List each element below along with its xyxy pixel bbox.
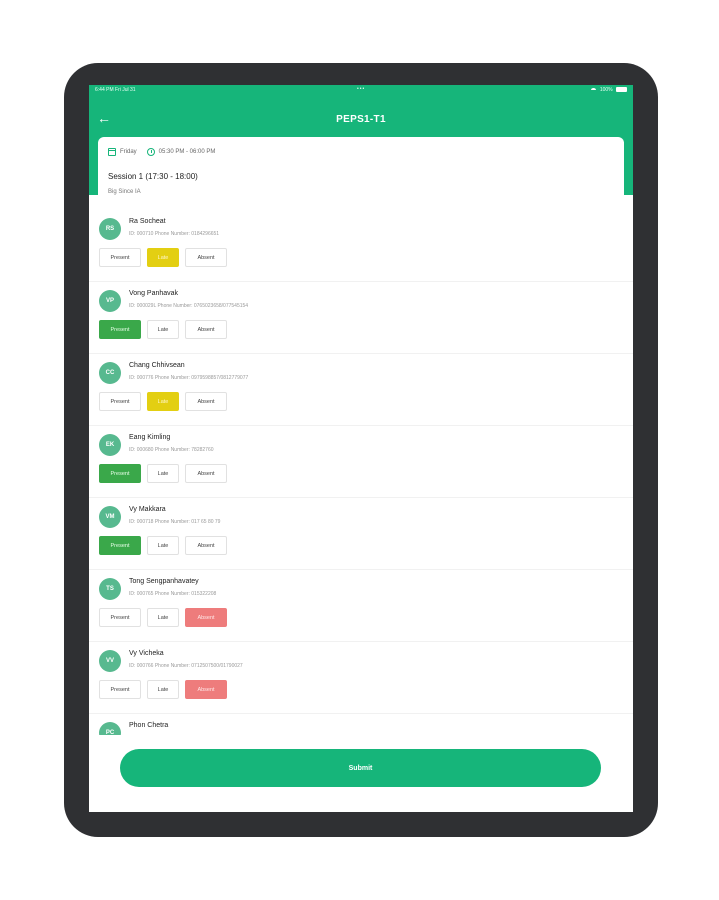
status-bar: 6:44 PM Fri Jul 31 ••• 100% bbox=[89, 85, 633, 95]
absent-button[interactable]: Absent bbox=[185, 680, 227, 699]
student-name: Vong Panhavak bbox=[129, 290, 179, 297]
late-button[interactable]: Late bbox=[147, 608, 179, 627]
student-row: RS Ra Socheat ID: 000710 Phone Number: 018… bbox=[89, 210, 633, 282]
present-button[interactable]: Present bbox=[99, 320, 141, 339]
student-name: Vy Makkara bbox=[129, 506, 166, 513]
student-info: ID: 000710 Phone Number: 0184296651 bbox=[129, 231, 220, 237]
student-info: ID: 000765 Phone Number: 015322208 bbox=[129, 591, 217, 597]
attendance-buttons: Present Late Absent bbox=[99, 392, 233, 411]
student-name: Eang Kimling bbox=[129, 434, 171, 441]
present-button[interactable]: Present bbox=[99, 392, 141, 411]
avatar: RS bbox=[99, 218, 121, 240]
avatar: VP bbox=[99, 290, 121, 312]
student-name: Ra Socheat bbox=[129, 218, 166, 225]
page-title: PEPS1-T1 bbox=[336, 114, 386, 125]
session-meta: Friday 05:30 PM - 06:00 PM bbox=[108, 148, 215, 156]
late-button[interactable]: Late bbox=[147, 320, 179, 339]
attendance-buttons: Present Late Absent bbox=[99, 608, 233, 627]
absent-button[interactable]: Absent bbox=[185, 536, 227, 555]
student-info: ID: 000776 Phone Number: 0979598857/0812… bbox=[129, 375, 249, 381]
student-info: ID: 000766 Phone Number: 0712507500/0179… bbox=[129, 663, 243, 669]
absent-button[interactable]: Absent bbox=[185, 392, 227, 411]
status-right: 100% bbox=[591, 87, 627, 93]
calendar-icon bbox=[108, 148, 116, 156]
attendance-buttons: Present Late Absent bbox=[99, 464, 233, 483]
student-name: Tong Sengpanhavatey bbox=[129, 578, 199, 585]
student-row: VP Vong Panhavak ID: 000029L Phone Number:… bbox=[89, 282, 633, 354]
present-button[interactable]: Present bbox=[99, 536, 141, 555]
student-row: VM Vy Makkara ID: 000718 Phone Number: 017… bbox=[89, 498, 633, 570]
late-button[interactable]: Late bbox=[147, 680, 179, 699]
student-row: EK Eang Kimling ID: 000680 Phone Number: 7… bbox=[89, 426, 633, 498]
status-time: 6:44 PM Fri Jul 31 bbox=[95, 87, 136, 93]
avatar: VV bbox=[99, 650, 121, 672]
submit-button[interactable]: Submit bbox=[120, 749, 601, 787]
submit-area: Submit bbox=[89, 735, 633, 812]
absent-button[interactable]: Absent bbox=[185, 320, 227, 339]
session-card: Friday 05:30 PM - 06:00 PM Session 1 (17… bbox=[98, 137, 624, 207]
session-day: Friday bbox=[120, 149, 137, 155]
late-button[interactable]: Late bbox=[147, 464, 179, 483]
student-info: ID: 000029L Phone Number: 0765023658/077… bbox=[129, 303, 249, 309]
student-row: VV Vy Vicheka ID: 000766 Phone Number: 071… bbox=[89, 642, 633, 714]
student-name: Phon Chetra bbox=[129, 722, 169, 729]
present-button[interactable]: Present bbox=[99, 464, 141, 483]
student-list: RS Ra Socheat ID: 000710 Phone Number: 018… bbox=[89, 210, 633, 744]
wifi-icon bbox=[591, 87, 597, 92]
app-screen: 6:44 PM Fri Jul 31 ••• 100% ← PEPS1-T1 F… bbox=[89, 85, 633, 812]
student-name: Vy Vicheka bbox=[129, 650, 164, 657]
attendance-buttons: Present Late Absent bbox=[99, 248, 233, 267]
present-button[interactable]: Present bbox=[99, 608, 141, 627]
avatar: TS bbox=[99, 578, 121, 600]
battery-text: 100% bbox=[599, 87, 613, 93]
absent-button[interactable]: Absent bbox=[185, 464, 227, 483]
status-dots: ••• bbox=[357, 86, 366, 92]
late-button[interactable]: Late bbox=[147, 248, 179, 267]
late-button[interactable]: Late bbox=[147, 536, 179, 555]
present-button[interactable]: Present bbox=[99, 248, 141, 267]
battery-icon bbox=[616, 87, 627, 93]
student-row: CC Chang Chhivsean ID: 000776 Phone Number… bbox=[89, 354, 633, 426]
session-time: 05:30 PM - 06:00 PM bbox=[158, 149, 216, 155]
session-title: Session 1 (17:30 - 18:00) bbox=[108, 172, 198, 181]
student-info: ID: 000680 Phone Number: 78282760 bbox=[129, 447, 214, 453]
avatar: VM bbox=[99, 506, 121, 528]
attendance-buttons: Present Late Absent bbox=[99, 680, 233, 699]
avatar: CC bbox=[99, 362, 121, 384]
student-row: TS Tong Sengpanhavatey ID: 000765 Phone Nu… bbox=[89, 570, 633, 642]
avatar: EK bbox=[99, 434, 121, 456]
late-button[interactable]: Late bbox=[147, 392, 179, 411]
student-info: ID: 000718 Phone Number: 017 65 80 79 bbox=[129, 519, 221, 525]
attendance-buttons: Present Late Absent bbox=[99, 536, 233, 555]
attendance-buttons: Present Late Absent bbox=[99, 320, 233, 339]
absent-button[interactable]: Absent bbox=[185, 248, 227, 267]
present-button[interactable]: Present bbox=[99, 680, 141, 699]
absent-button[interactable]: Absent bbox=[185, 608, 227, 627]
clock-icon bbox=[146, 148, 155, 156]
session-subtitle: Big Since IA bbox=[108, 189, 141, 195]
student-name: Chang Chhivsean bbox=[129, 362, 185, 369]
header: ← PEPS1-T1 Friday 05:30 PM - 06:00 PM Se… bbox=[89, 95, 633, 207]
